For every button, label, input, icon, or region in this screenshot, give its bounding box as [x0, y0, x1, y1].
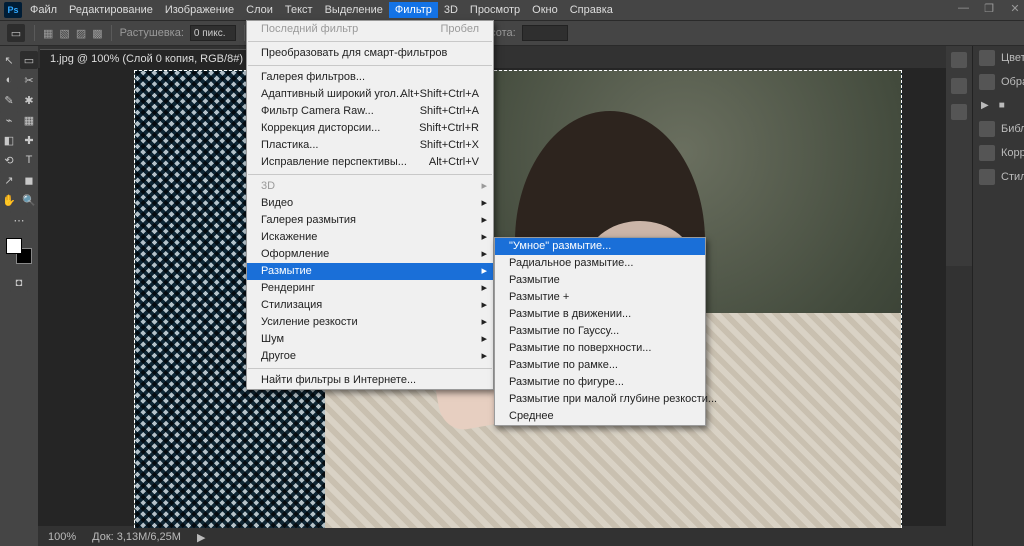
- tool-15[interactable]: 🔍: [20, 191, 38, 209]
- quickmask-icon[interactable]: ◘: [10, 274, 28, 292]
- menu-изображение[interactable]: Изображение: [159, 2, 240, 18]
- tool-1[interactable]: ▭: [20, 51, 38, 69]
- menuitem-другое[interactable]: Другое▸: [247, 348, 493, 365]
- tool-4[interactable]: ✎: [0, 91, 18, 109]
- menuitem-искажение[interactable]: Искажение▸: [247, 229, 493, 246]
- marquee-mode-sub-icon[interactable]: ▨: [76, 27, 86, 40]
- menuitem-преобразовать-для-смарт-фильтров[interactable]: Преобразовать для смарт-фильтров: [247, 45, 493, 62]
- menuitem-размытие-по-поверхности-[interactable]: Размытие по поверхности...: [495, 340, 705, 357]
- menuitem-галерея-размытия[interactable]: Галерея размытия▸: [247, 212, 493, 229]
- document-tab-title: 1.jpg @ 100% (Слой 0 копия, RGB/8#) *: [50, 53, 250, 65]
- marquee-tool-icon[interactable]: ▭: [7, 24, 25, 42]
- tool-5[interactable]: ✱: [20, 91, 38, 109]
- menu-3d[interactable]: 3D: [438, 2, 464, 18]
- tool-10[interactable]: ⟲: [0, 151, 18, 169]
- menuitem-исправление-перспективы-[interactable]: Исправление перспективы...Alt+Ctrl+V: [247, 154, 493, 171]
- tool-palette: ↖▭◐✂✎✱⌁▦◧✚⟲T↗◼✋🔍 ⋯ ◘: [0, 46, 38, 546]
- menuitem-среднее[interactable]: Среднее: [495, 408, 705, 425]
- tool-14[interactable]: ✋: [0, 191, 18, 209]
- menuitem--умное-размытие-[interactable]: "Умное" размытие...: [495, 238, 705, 255]
- tool-6[interactable]: ⌁: [0, 111, 18, 129]
- feather-input[interactable]: [190, 25, 236, 41]
- menuitem-размытие-по-фигуре-[interactable]: Размытие по фигуре...: [495, 374, 705, 391]
- menuitem-шум[interactable]: Шум▸: [247, 331, 493, 348]
- menuitem-радиальное-размытие-[interactable]: Радиальное размытие...: [495, 255, 705, 272]
- minimize-icon[interactable]: —: [958, 2, 968, 15]
- layers-icon[interactable]: [951, 104, 967, 120]
- marquee-mode-new-icon[interactable]: ▦: [43, 27, 53, 40]
- close-icon[interactable]: ✕: [1010, 2, 1020, 15]
- menuitem-усиление-резкости[interactable]: Усиление резкости▸: [247, 314, 493, 331]
- tool-16[interactable]: ⋯: [10, 211, 28, 229]
- tool-2[interactable]: ◐: [0, 71, 18, 89]
- document-tabs: 1.jpg @ 100% (Слой 0 копия, RGB/8#) * ×: [0, 46, 1024, 68]
- menu-файл[interactable]: Файл: [24, 2, 63, 18]
- feather-label: Растушевка:: [120, 27, 184, 39]
- menuitem-галерея-фильтров-[interactable]: Галерея фильтров...: [247, 69, 493, 86]
- doc-size: Док: 3,13M/6,25M: [92, 531, 181, 543]
- menu-окно[interactable]: Окно: [526, 2, 564, 18]
- menuitem-найти-фильтры-в-интернете-[interactable]: Найти фильтры в Интернете...: [247, 372, 493, 389]
- menuitem-размытие-по-гауссу-[interactable]: Размытие по Гауссу...: [495, 323, 705, 340]
- menuitem-размытие-по-рамке-[interactable]: Размытие по рамке...: [495, 357, 705, 374]
- menuitem-коррекция-дисторсии-[interactable]: Коррекция дисторсии...Shift+Ctrl+R: [247, 120, 493, 137]
- photoshop-logo: Ps: [4, 2, 22, 18]
- menuitem-видео[interactable]: Видео▸: [247, 195, 493, 212]
- panel-Цвет[interactable]: Цвет: [973, 46, 1024, 70]
- menu-слои[interactable]: Слои: [240, 2, 279, 18]
- marquee-mode-add-icon[interactable]: ▧: [59, 27, 69, 40]
- document-tab[interactable]: 1.jpg @ 100% (Слой 0 копия, RGB/8#) * ×: [40, 49, 268, 68]
- menuitem-адаптивный-широкий-угол-[interactable]: Адаптивный широкий угол...Alt+Shift+Ctrl…: [247, 86, 493, 103]
- history-icon[interactable]: [951, 52, 967, 68]
- tool-0[interactable]: ↖: [0, 51, 18, 69]
- menuitem-фильтр-camera-raw-[interactable]: Фильтр Camera Raw...Shift+Ctrl+A: [247, 103, 493, 120]
- tool-3[interactable]: ✂: [20, 71, 38, 89]
- properties-icon[interactable]: [951, 78, 967, 94]
- menuitem-размытие-[interactable]: Размытие +: [495, 289, 705, 306]
- menu-выделение[interactable]: Выделение: [319, 2, 389, 18]
- panel-Коррекция[interactable]: Коррекция: [973, 141, 1024, 165]
- tool-9[interactable]: ✚: [20, 131, 38, 149]
- marquee-mode-int-icon[interactable]: ▩: [92, 27, 102, 40]
- panel-Библиотеки[interactable]: Библиотеки: [973, 117, 1024, 141]
- menu-просмотр[interactable]: Просмотр: [464, 2, 526, 18]
- options-bar: ▭ ▦ ▧ ▨ ▩ Растушевка: Стиль: Обычный Шир…: [0, 20, 1024, 46]
- menu-редактирование[interactable]: Редактирование: [63, 2, 159, 18]
- status-bar: 100% Док: 3,13M/6,25M ▶: [38, 528, 946, 546]
- stop-icon[interactable]: ■: [999, 100, 1005, 111]
- tool-13[interactable]: ◼: [20, 171, 38, 189]
- menu-фильтр[interactable]: Фильтр: [389, 2, 438, 18]
- tool-11[interactable]: T: [20, 151, 38, 169]
- menuitem-размытие-при-малой-глубине-резкости-[interactable]: Размытие при малой глубине резкости...: [495, 391, 705, 408]
- right-panel: ЦветОбразцы ▶ ■ БиблиотекиКоррекцияСтили: [972, 46, 1024, 546]
- zoom-level[interactable]: 100%: [48, 531, 76, 543]
- menuitem-3d[interactable]: 3D▸: [247, 178, 493, 195]
- menu-справка[interactable]: Справка: [564, 2, 619, 18]
- blur-submenu: "Умное" размытие...Радиальное размытие..…: [494, 237, 706, 426]
- menuitem-стилизация[interactable]: Стилизация▸: [247, 297, 493, 314]
- menuitem-оформление[interactable]: Оформление▸: [247, 246, 493, 263]
- menu-текст[interactable]: Текст: [279, 2, 319, 18]
- window-controls: — ❐ ✕: [958, 2, 1020, 15]
- panel-Образцы[interactable]: Образцы: [973, 70, 1024, 94]
- menuitem-размытие-в-движении-[interactable]: Размытие в движении...: [495, 306, 705, 323]
- tool-7[interactable]: ▦: [20, 111, 38, 129]
- menuitem-размытие[interactable]: Размытие▸: [247, 263, 493, 280]
- menuitem-размытие[interactable]: Размытие: [495, 272, 705, 289]
- panel-Стили[interactable]: Стили: [973, 165, 1024, 189]
- menuitem-пластика-[interactable]: Пластика...Shift+Ctrl+X: [247, 137, 493, 154]
- filter-menu: Последний фильтрПробел Преобразовать для …: [246, 20, 494, 390]
- tool-12[interactable]: ↗: [0, 171, 18, 189]
- play-icon[interactable]: ▶: [981, 100, 989, 111]
- height-input: [522, 25, 568, 41]
- maximize-icon[interactable]: ❐: [984, 2, 994, 15]
- menu-bar: Ps ФайлРедактированиеИзображениеСлоиТекс…: [0, 0, 1024, 20]
- tool-8[interactable]: ◧: [0, 131, 18, 149]
- collapsed-panel-strip: [946, 46, 972, 266]
- menuitem-рендеринг[interactable]: Рендеринг▸: [247, 280, 493, 297]
- color-swatches[interactable]: [6, 238, 32, 264]
- menuitem-последний-фильтр[interactable]: Последний фильтрПробел: [247, 21, 493, 38]
